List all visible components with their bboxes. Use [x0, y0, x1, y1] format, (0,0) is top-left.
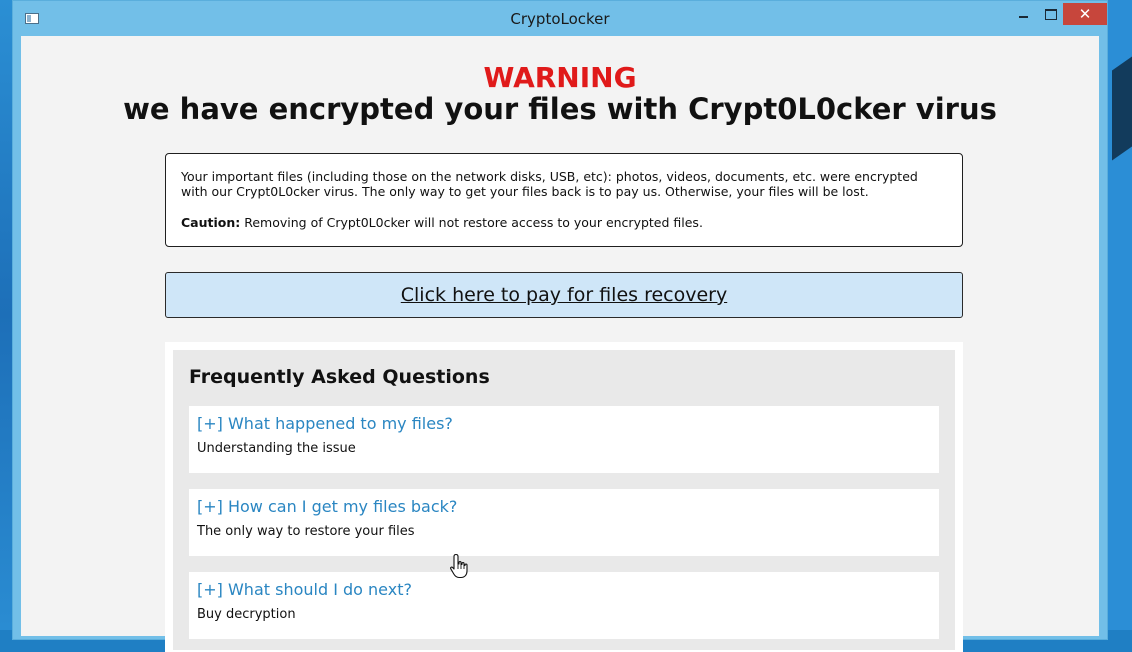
- faq-question-get-files-back[interactable]: [+] How can I get my files back?: [197, 497, 457, 516]
- main-headline: we have encrypted your files with Crypt0…: [123, 92, 997, 126]
- caution-paragraph: Caution: Removing of Crypt0L0cker will n…: [181, 215, 947, 230]
- title-bar[interactable]: CryptoLocker ✕: [13, 1, 1107, 36]
- faq-panel: Frequently Asked Questions [+] What happ…: [165, 342, 963, 652]
- faq-section: Frequently Asked Questions [+] What happ…: [173, 350, 955, 650]
- maximize-icon: [1045, 9, 1057, 20]
- close-button[interactable]: ✕: [1063, 3, 1107, 25]
- window-title: CryptoLocker: [510, 10, 610, 28]
- caution-label: Caution:: [181, 215, 241, 230]
- window-content: WARNING we have encrypted your files wit…: [21, 36, 1099, 652]
- faq-question-what-next[interactable]: [+] What should I do next?: [197, 580, 412, 599]
- faq-item: [+] What happened to my files? Understan…: [189, 406, 939, 473]
- notice-paragraph: Your important files (including those on…: [181, 169, 918, 199]
- faq-item: [+] What should I do next? Buy decryptio…: [189, 572, 939, 639]
- faq-answer: The only way to restore your files: [197, 524, 415, 539]
- close-icon: ✕: [1078, 5, 1092, 23]
- faq-title: Frequently Asked Questions: [189, 366, 490, 388]
- faq-question-what-happened[interactable]: [+] What happened to my files?: [197, 414, 453, 433]
- maximize-button[interactable]: [1039, 3, 1063, 25]
- desktop-background-right: [1106, 0, 1132, 630]
- desktop-wallpaper-streak: [1112, 49, 1132, 161]
- cryptolocker-window: CryptoLocker ✕ WARNING we have encrypted…: [12, 0, 1108, 652]
- faq-item: [+] How can I get my files back? The onl…: [189, 489, 939, 556]
- minimize-icon: [1019, 16, 1028, 18]
- faq-answer: Buy decryption: [197, 607, 296, 622]
- hand-cursor-icon: [450, 553, 468, 579]
- minimize-button[interactable]: [1011, 3, 1035, 25]
- caution-text: Removing of Crypt0L0cker will not restor…: [240, 215, 703, 230]
- warning-heading: WARNING: [483, 61, 637, 94]
- pay-recovery-button[interactable]: Click here to pay for files recovery: [165, 272, 963, 318]
- notice-box: Your important files (including those on…: [165, 153, 963, 247]
- faq-answer: Understanding the issue: [197, 441, 356, 456]
